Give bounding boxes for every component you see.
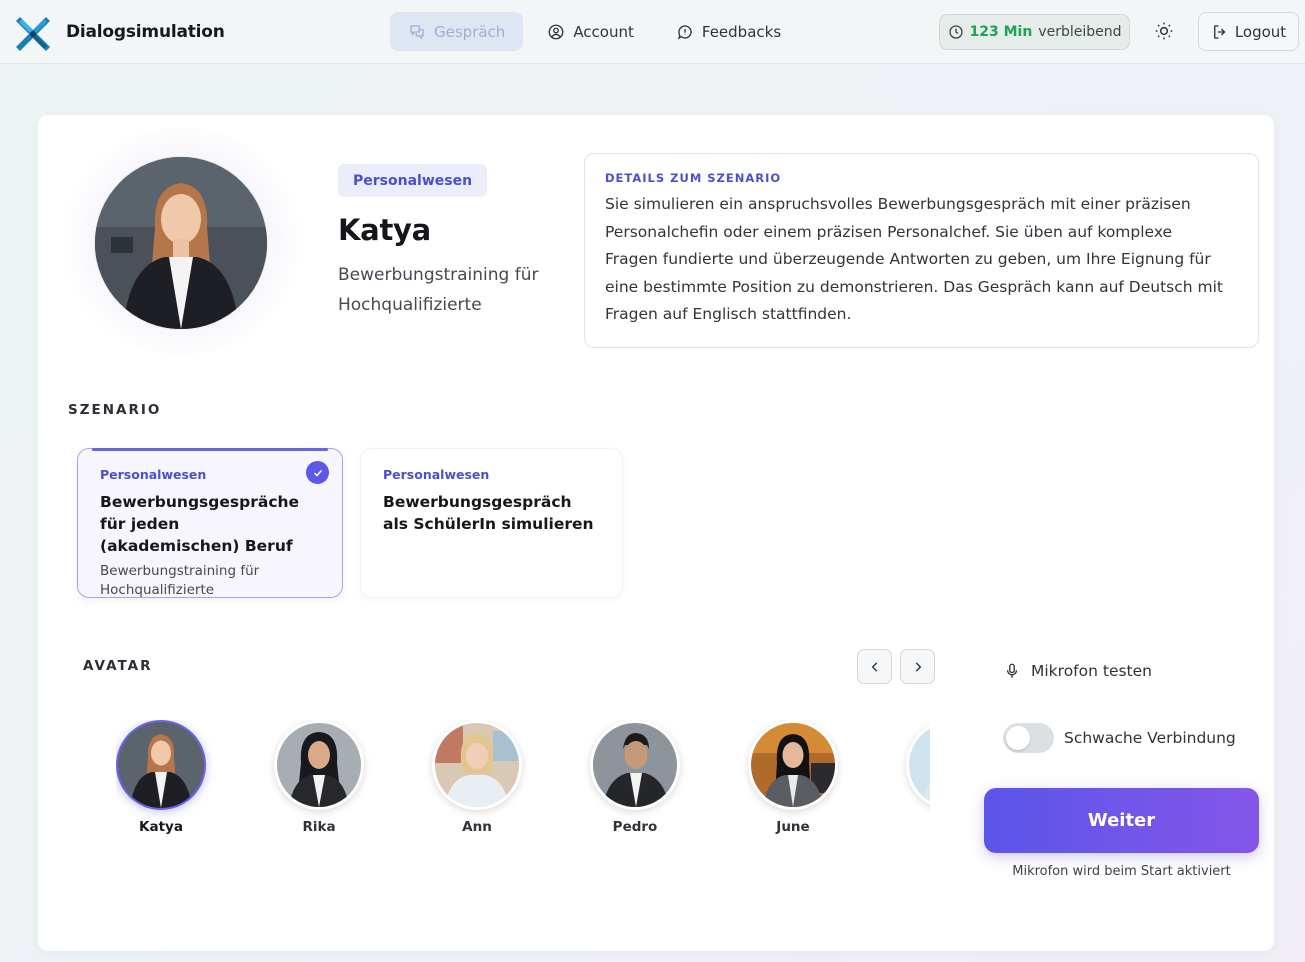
main-card: Personalwesen Katya Bewerbungstraining f… <box>38 115 1274 951</box>
avatar-name: Katya <box>338 213 431 247</box>
avatar-rika-thumbnail <box>277 723 361 807</box>
avatar-option-label: June <box>776 819 810 835</box>
scenario-card-title: Bewerbungsgespräche für jeden (akademisc… <box>100 493 300 555</box>
avatar-june-thumbnail <box>751 723 835 807</box>
scenario-details-panel: DETAILS ZUM SZENARIO Sie simulieren ein … <box>584 153 1259 348</box>
scenario-subtitle: Bewerbungstraining für Hochqualifizierte <box>338 265 539 315</box>
scenario-card-title: Bewerbungsgespräch als SchülerIn simulie… <box>383 493 594 533</box>
avatar-option-label: E <box>906 819 930 835</box>
scenario-card-akademisch[interactable]: Personalwesen Bewerbungsgespräche für je… <box>77 448 343 598</box>
avatar-option-label: Katya <box>139 819 183 835</box>
logout-button[interactable]: Logout <box>1198 12 1299 51</box>
avatar-section-label: AVATAR <box>83 658 153 674</box>
nav-item-label: Gespräch <box>434 22 506 41</box>
scenario-card-subtitle: Bewerbungstraining für Hochqualifizierte <box>100 563 260 598</box>
mic-test-label: Mikrofon testen <box>1031 662 1152 680</box>
avatar-option-label: Pedro <box>612 819 658 835</box>
scenario-section-label: SZENARIO <box>68 402 162 418</box>
chevron-right-icon <box>915 661 921 672</box>
chat-bubbles-icon <box>410 24 424 40</box>
weak-connection-toggle[interactable] <box>1003 723 1054 753</box>
app-logo-icon <box>16 17 50 51</box>
avatar-option-pedro[interactable]: Pedro <box>590 720 680 835</box>
logout-icon <box>1213 24 1226 39</box>
logout-label: Logout <box>1234 22 1287 41</box>
avatar-prev-button[interactable] <box>857 649 892 684</box>
avatar-option-rika[interactable]: Rika <box>274 720 364 835</box>
avatar-option-june[interactable]: June <box>748 720 838 835</box>
top-bar: Dialogsimulation Gespräch Account Feedba… <box>0 0 1305 64</box>
microphone-icon <box>1006 663 1018 678</box>
clock-icon <box>948 25 963 39</box>
app-title: Dialogsimulation <box>66 22 225 42</box>
chevron-left-icon <box>871 661 877 672</box>
mic-hint-text: Mikrofon wird beim Start aktiviert <box>1012 864 1231 879</box>
avatar-ann-thumbnail <box>435 723 519 807</box>
sun-icon <box>1155 22 1173 40</box>
continue-button[interactable]: Weiter <box>984 788 1259 853</box>
nav-item-label: Feedbacks <box>701 22 782 41</box>
nav-item-account[interactable]: Account <box>529 12 652 51</box>
theme-toggle-button[interactable] <box>1151 18 1177 44</box>
brand[interactable]: Dialogsimulation <box>12 11 225 53</box>
scenario-card-tag: Personalwesen <box>383 467 490 482</box>
main-nav: Gespräch Account Feedbacks <box>390 12 799 51</box>
avatar-option-ann[interactable]: Ann <box>432 720 522 835</box>
user-circle-icon <box>548 24 564 39</box>
feedback-bubble-icon <box>677 24 692 39</box>
nav-item-feedbacks[interactable]: Feedbacks <box>658 12 799 51</box>
category-tag: Personalwesen <box>338 164 488 197</box>
avatar-next-button[interactable] <box>900 649 935 684</box>
avatar-option-label: Rika <box>302 819 336 835</box>
remaining-minutes-badge: 123 Min verbleibend <box>939 14 1130 50</box>
avatar-katya-image <box>95 157 267 329</box>
remaining-minutes-value: 123 Min <box>969 24 1033 40</box>
scenario-card-tag: Personalwesen <box>100 467 207 482</box>
remaining-minutes-suffix: verbleibend <box>1038 24 1122 40</box>
avatar-partial-thumbnail <box>909 723 930 807</box>
checkmark-icon <box>306 461 329 484</box>
scenario-details-title: DETAILS ZUM SZENARIO <box>605 171 782 185</box>
weak-connection-row: Schwache Verbindung <box>1003 723 1236 753</box>
mic-test-button[interactable]: Mikrofon testen <box>1003 661 1152 681</box>
scenario-details-text: Sie simulieren ein anspruchsvolles Bewer… <box>605 195 1223 324</box>
nav-item-label: Account <box>573 22 634 41</box>
avatar-option-partial[interactable]: E <box>906 720 930 835</box>
avatar-pedro-thumbnail <box>593 723 677 807</box>
avatar-katya-thumbnail <box>118 722 204 808</box>
avatar-option-label: Ann <box>462 819 492 835</box>
selected-avatar-portrait <box>95 157 267 329</box>
scenario-card-schueler[interactable]: Personalwesen Bewerbungsgespräch als Sch… <box>360 448 623 598</box>
avatar-option-katya[interactable]: Katya <box>116 720 206 835</box>
weak-connection-label: Schwache Verbindung <box>1064 729 1236 747</box>
nav-item-gespraech[interactable]: Gespräch <box>390 12 524 51</box>
avatar-carousel: Katya Rika Ann Pedro June <box>116 720 930 850</box>
